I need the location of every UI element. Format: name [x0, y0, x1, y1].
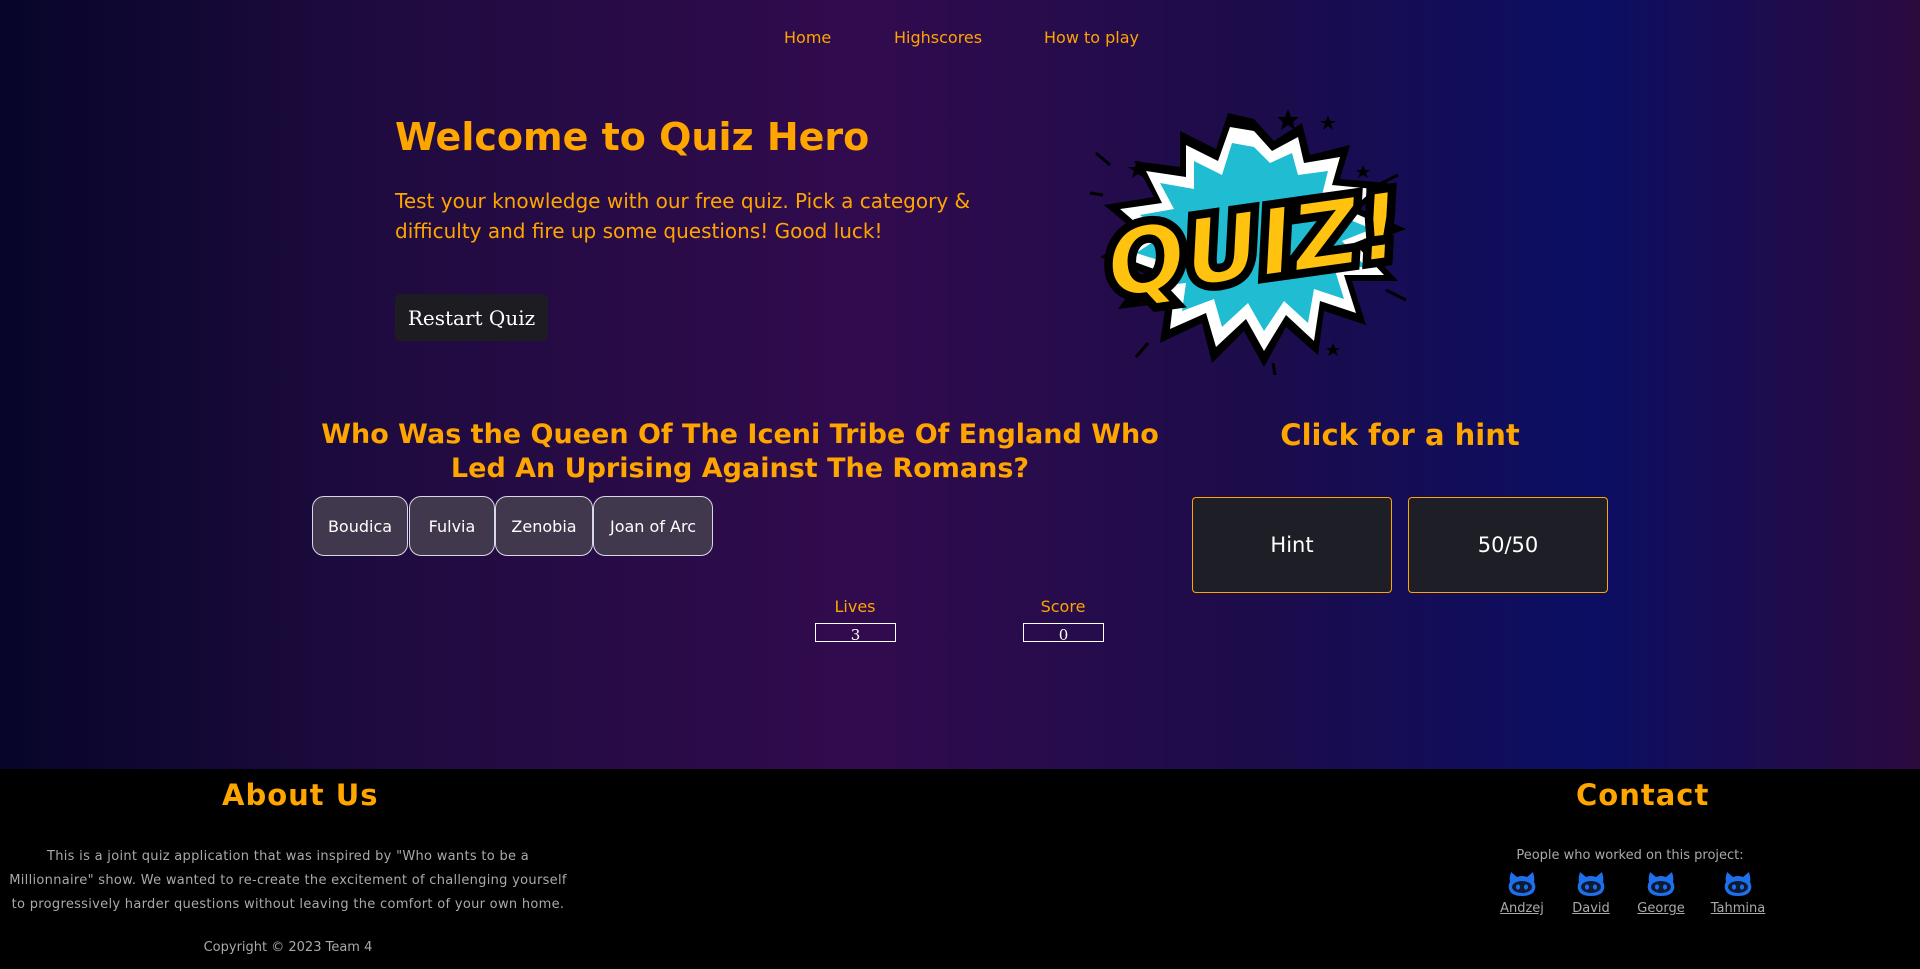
contributor-link[interactable]: George: [1626, 901, 1696, 916]
lives-label: Lives: [834, 597, 876, 616]
fifty-fifty-button[interactable]: 50/50: [1408, 497, 1608, 593]
answer-option[interactable]: Boudica: [312, 496, 408, 556]
main-nav: Home Highscores How to play: [0, 28, 1920, 52]
question-text: Who Was the Queen Of The Iceni Tribe Of …: [321, 419, 1159, 484]
copyright-text: Copyright © 2023 Team 4: [203, 940, 373, 955]
footer: About Us This is a joint quiz applicatio…: [0, 769, 1920, 969]
restart-quiz-button[interactable]: Restart Quiz: [395, 294, 548, 341]
svg-text:QUIZ!: QUIZ!: [1100, 172, 1408, 319]
github-icon[interactable]: [1645, 870, 1677, 898]
answer-option[interactable]: Fulvia: [409, 496, 495, 556]
contributor-link[interactable]: Tahmina: [1703, 901, 1773, 916]
quiz-logo: QUIZ! QUIZ!: [1089, 109, 1415, 375]
hero-background: [0, 0, 1920, 769]
contributor-tahmina: Tahmina: [1703, 870, 1773, 916]
score-label: Score: [1040, 597, 1086, 616]
contributor-david: David: [1556, 870, 1626, 916]
about-us-heading: About Us: [222, 778, 379, 812]
contributor-link[interactable]: David: [1556, 901, 1626, 916]
nav-how-to-play-link[interactable]: How to play: [1044, 28, 1139, 47]
contributor-andzej: Andzej: [1487, 870, 1557, 916]
intro-text: Test your knowledge with our free quiz. …: [395, 189, 971, 243]
hint-heading: Click for a hint: [1280, 418, 1520, 452]
score-value: 0: [1023, 623, 1104, 642]
github-icon[interactable]: [1575, 870, 1607, 898]
answer-option[interactable]: Zenobia: [495, 496, 593, 556]
github-icon[interactable]: [1506, 870, 1538, 898]
about-us-text: This is a joint quiz application that wa…: [9, 849, 567, 912]
hint-button[interactable]: Hint: [1192, 497, 1392, 593]
contact-heading: Contact: [1576, 778, 1710, 812]
github-icon[interactable]: [1722, 870, 1754, 898]
contributor-george: George: [1626, 870, 1696, 916]
lives-value: 3: [815, 623, 896, 642]
answer-option[interactable]: Joan of Arc: [593, 496, 713, 556]
nav-highscores-link[interactable]: Highscores: [894, 28, 982, 47]
nav-home-link[interactable]: Home: [784, 28, 831, 47]
contributors-label: People who worked on this project:: [1516, 848, 1744, 863]
logo-text-quiz: QUIZ! QUIZ!: [1093, 165, 1415, 326]
page-title: Welcome to Quiz Hero: [395, 115, 870, 159]
contributor-link[interactable]: Andzej: [1487, 901, 1557, 916]
